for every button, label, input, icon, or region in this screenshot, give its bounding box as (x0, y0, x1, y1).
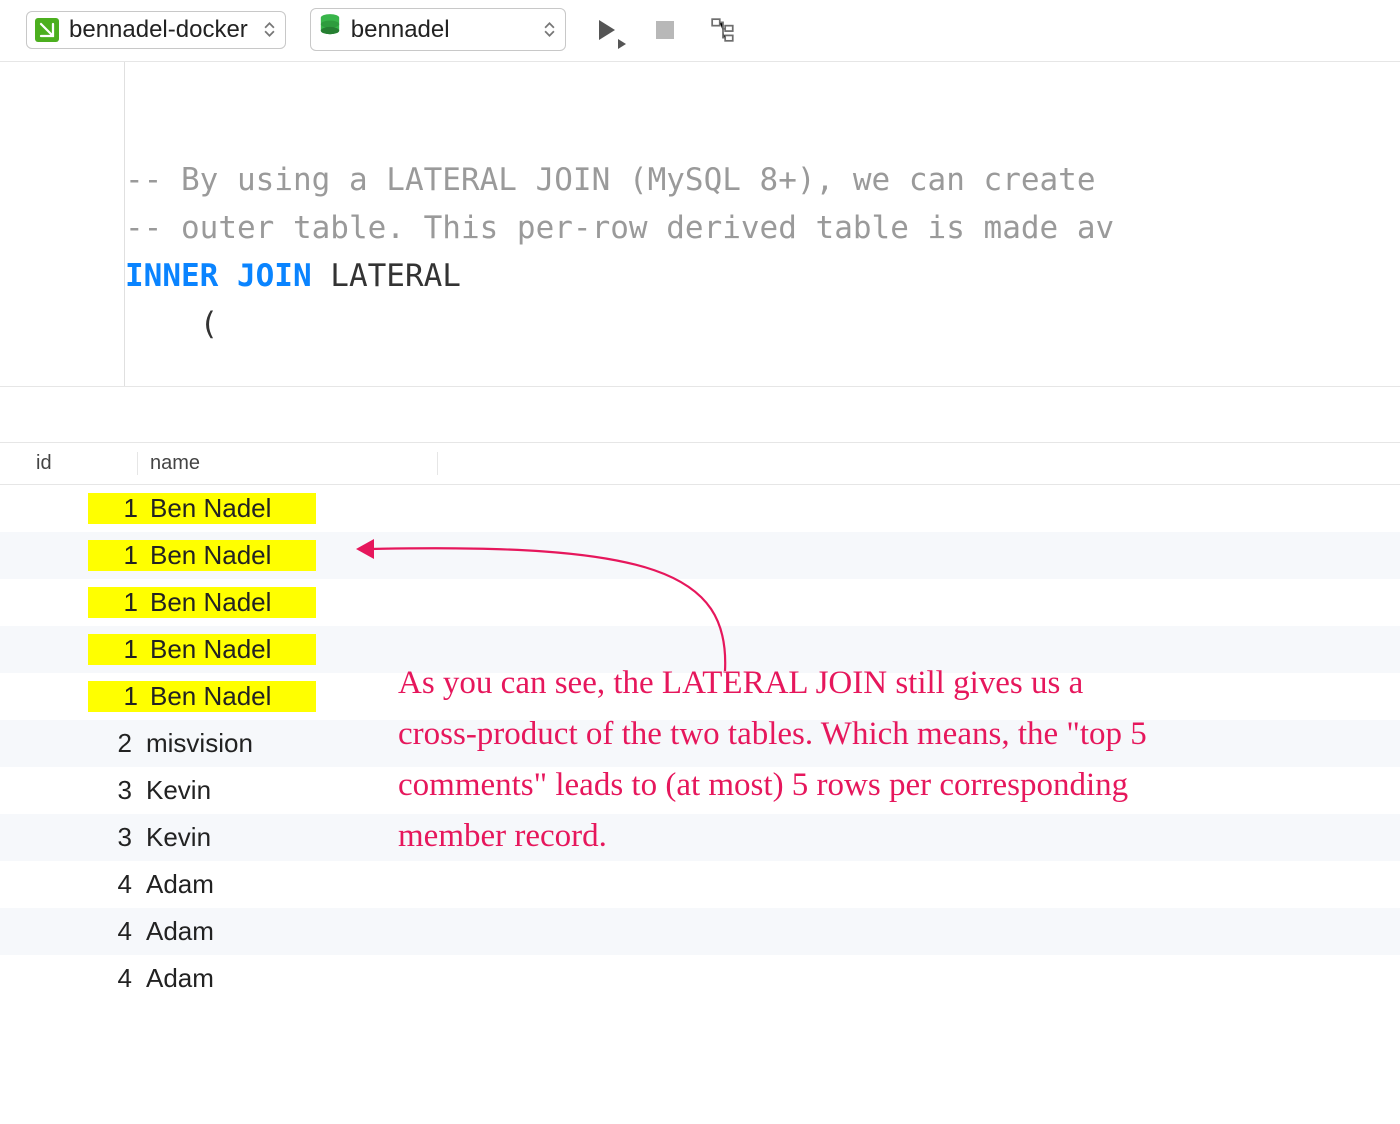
pane-divider[interactable] (0, 387, 1400, 443)
stop-query-button[interactable] (648, 13, 682, 47)
stop-icon (656, 21, 674, 39)
cell-id: 1 (88, 587, 144, 618)
cell-name: Adam (140, 963, 430, 994)
cell-id: 4 (0, 869, 140, 900)
cell-name: Adam (140, 869, 430, 900)
results-header-row: id name (0, 443, 1400, 485)
cell-name: Ben Nadel (144, 681, 316, 712)
cell-name: Ben Nadel (144, 540, 316, 571)
cell-id: 1 (88, 493, 144, 524)
cell-id: 1 (88, 634, 144, 665)
chevron-updown-icon (544, 22, 555, 37)
sql-text: ( (125, 306, 218, 342)
table-row[interactable]: 4Adam (0, 861, 1400, 908)
tree-icon (710, 17, 736, 43)
table-row[interactable]: 4Adam (0, 955, 1400, 1002)
sql-editor[interactable]: -- By using a LATERAL JOIN (MySQL 8+), w… (125, 62, 1400, 386)
cell-name: Ben Nadel (144, 493, 316, 524)
cell-name: Ben Nadel (144, 587, 316, 618)
cell-name: misvision (140, 728, 430, 759)
play-icon (599, 20, 615, 40)
cell-id: 3 (0, 822, 140, 853)
toolbar: bennadel-docker bennadel (0, 0, 1400, 62)
cell-name: Ben Nadel (144, 634, 316, 665)
sql-editor-pane: -- By using a LATERAL JOIN (MySQL 8+), w… (0, 62, 1400, 387)
cell-id: 2 (0, 728, 140, 759)
cell-id: 1 (88, 540, 144, 571)
sql-comment: -- outer table. This per-row derived tab… (125, 210, 1114, 246)
annotation-text: As you can see, the LATERAL JOIN still g… (398, 658, 1158, 863)
run-query-button[interactable] (590, 13, 624, 47)
database-label: bennadel (351, 16, 450, 44)
cell-id: 4 (0, 963, 140, 994)
cell-id: 1 (88, 681, 144, 712)
connection-dropdown[interactable]: bennadel-docker (26, 11, 286, 49)
cell-name: Adam (140, 916, 430, 947)
cell-name: Kevin (140, 822, 430, 853)
editor-horizontal-scrollbar[interactable] (131, 366, 1400, 380)
explain-plan-button[interactable] (706, 13, 740, 47)
connection-label: bennadel-docker (69, 16, 248, 44)
results-pane: id name 1Ben Nadel1Ben Nadel1Ben Nadel1B… (0, 443, 1400, 1002)
editor-gutter (0, 62, 125, 386)
cell-id: 4 (0, 916, 140, 947)
sql-comment: -- By using a LATERAL JOIN (MySQL 8+), w… (125, 162, 1096, 198)
connection-icon (35, 18, 59, 42)
cell-name: Kevin (140, 775, 430, 806)
sql-text: LATERAL (312, 258, 461, 294)
table-row[interactable]: 1Ben Nadel (0, 485, 1400, 532)
dropdown-caret-icon (618, 39, 626, 49)
column-header-id[interactable]: id (0, 452, 138, 475)
table-row[interactable]: 4Adam (0, 908, 1400, 955)
sql-keyword: INNER JOIN (125, 258, 312, 294)
column-header-name[interactable]: name (138, 452, 438, 475)
table-row[interactable]: 1Ben Nadel (0, 532, 1400, 579)
table-row[interactable]: 1Ben Nadel (0, 579, 1400, 626)
database-icon (319, 13, 341, 46)
cell-id: 3 (0, 775, 140, 806)
chevron-updown-icon (264, 22, 275, 37)
database-dropdown[interactable]: bennadel (310, 8, 566, 51)
